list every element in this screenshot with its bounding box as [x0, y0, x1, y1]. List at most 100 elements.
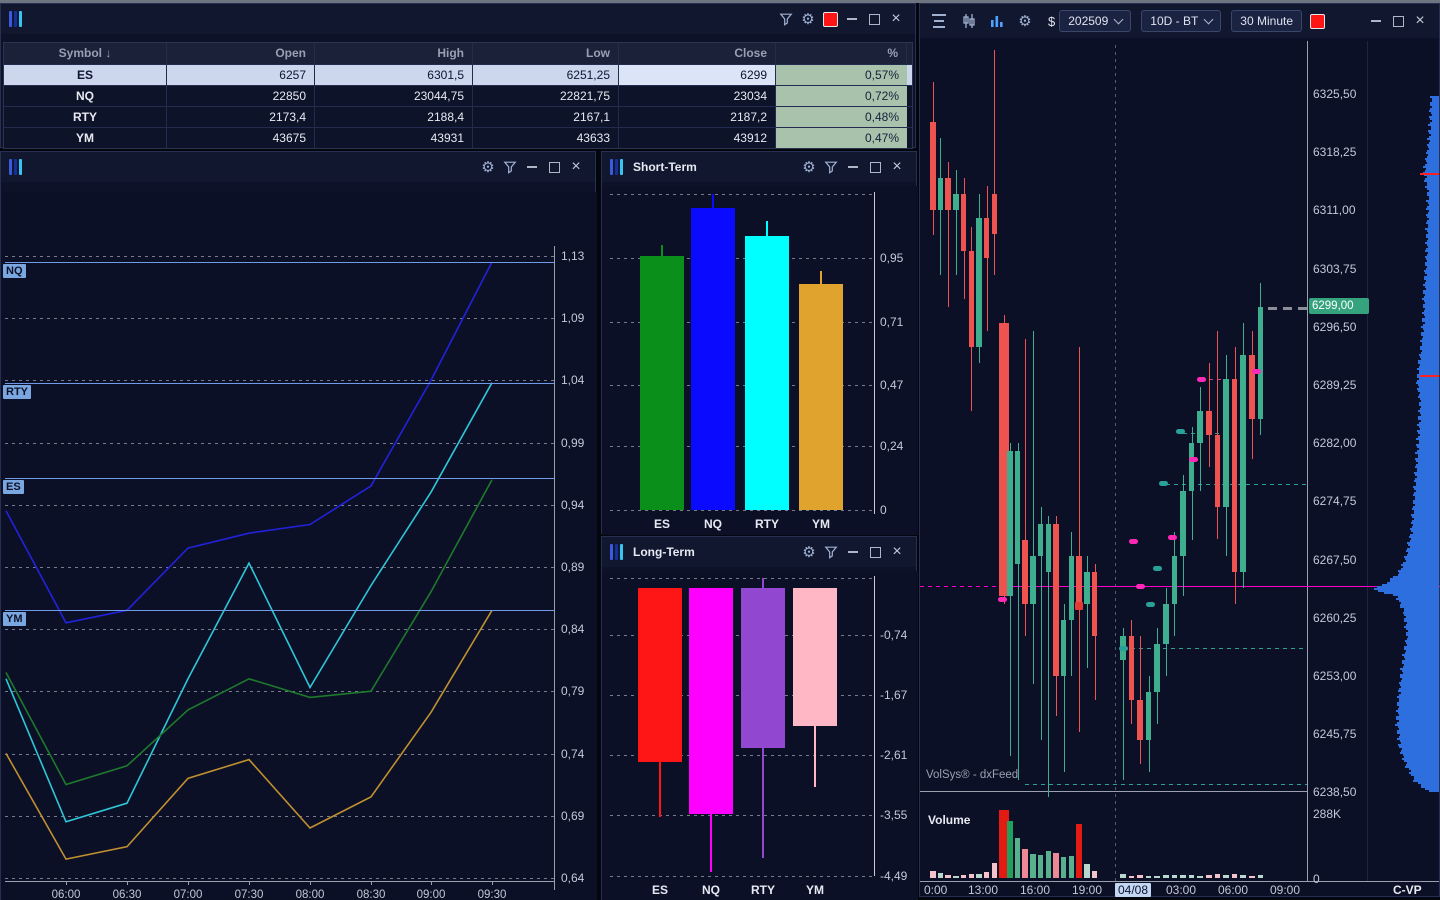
close-button[interactable]: ×	[885, 8, 907, 30]
filter-icon[interactable]	[820, 541, 842, 563]
y-axis-label: 0,47	[880, 378, 903, 392]
line-series-svg	[1, 192, 597, 900]
time-axis-label[interactable]: 03:00	[1166, 883, 1196, 897]
interval-dropdown[interactable]: 30 Minute	[1231, 10, 1302, 32]
series-tag-NQ[interactable]: NQ	[3, 264, 26, 278]
candle-window-header[interactable]: ⚙ $ 202509 10D - BT 30 Minute ×	[920, 4, 1439, 38]
column-header-close[interactable]: Close	[619, 43, 776, 64]
time-axis-label[interactable]: 04/08	[1115, 883, 1151, 897]
volume-bar	[1232, 874, 1238, 878]
series-tag-RTY[interactable]: RTY	[3, 385, 31, 399]
time-axis-border[interactable]	[920, 881, 1439, 882]
range-dropdown[interactable]: 10D - BT	[1141, 10, 1221, 32]
y-axis-line[interactable]	[874, 192, 875, 514]
volume-bar	[1154, 876, 1160, 878]
volume-bar	[1180, 875, 1186, 878]
price-axis-label[interactable]: 6260,25	[1313, 611, 1356, 625]
candle-body	[1015, 451, 1021, 563]
price-axis-label[interactable]: 6238,50	[1313, 785, 1356, 799]
short-term-chart-plot[interactable]: 0,950,710,470,240ESNQRTYYM	[602, 186, 918, 535]
series-tag-ES[interactable]: ES	[3, 480, 24, 494]
minimize-button[interactable]	[841, 8, 863, 30]
y-axis-label: -1,67	[880, 688, 907, 702]
close-button[interactable]: ×	[886, 156, 908, 178]
time-axis-label[interactable]: 19:00	[1072, 883, 1102, 897]
y-axis-label: 0	[880, 503, 887, 517]
price-axis-label[interactable]: 6318,25	[1313, 145, 1356, 159]
column-header-low[interactable]: Low	[473, 43, 619, 64]
maximize-button[interactable]	[864, 156, 886, 178]
maximize-button[interactable]	[543, 156, 565, 178]
candle-chart-plot[interactable]: 6325,50 6318,25 6311,00 6303,75 6296,50 6289,…	[920, 38, 1439, 896]
minimize-button[interactable]	[842, 541, 864, 563]
price-axis-label[interactable]: 6253,00	[1313, 669, 1356, 683]
candle-body	[1038, 524, 1044, 556]
price-axis-line[interactable]	[1307, 41, 1308, 882]
lines-chart-plot[interactable]: 1,131,091,040,990,940,890,840,790,740,69…	[1, 192, 597, 900]
y-axis-line[interactable]	[874, 576, 875, 876]
settings-gear-icon[interactable]: ⚙	[798, 541, 820, 563]
time-axis-label[interactable]: 16:00	[1020, 883, 1050, 897]
lines-window-header[interactable]: ⚙ ×	[1, 152, 595, 182]
long-term-chart-plot[interactable]: -0,74-1,67-2,61-3,55-4,49ESNQRTYYM	[602, 571, 918, 900]
contract-dropdown[interactable]: 202509	[1059, 10, 1131, 32]
table-row[interactable]: ES62576301,56251,2562990,57%	[4, 65, 912, 86]
column-header-high[interactable]: High	[315, 43, 473, 64]
bar-label-RTY: RTY	[751, 883, 775, 897]
price-axis-label[interactable]: 6282,00	[1313, 436, 1356, 450]
time-axis-label[interactable]: 06:00	[1218, 883, 1248, 897]
time-axis-label[interactable]: 13:00	[968, 883, 998, 897]
price-axis-label[interactable]: 6274,75	[1313, 494, 1356, 508]
column-header-open[interactable]: Open	[167, 43, 315, 64]
time-axis-label[interactable]: 0:00	[924, 883, 947, 897]
minimize-button[interactable]	[842, 156, 864, 178]
time-axis-label[interactable]: 09:00	[1270, 883, 1300, 897]
price-axis-label[interactable]: 6303,75	[1313, 262, 1356, 276]
settings-gear-icon[interactable]: ⚙	[1014, 10, 1036, 32]
candle-wick	[987, 186, 988, 331]
close-button[interactable]: ×	[565, 156, 587, 178]
price-axis-label[interactable]: 6289,25	[1313, 378, 1356, 392]
record-indicator-button[interactable]	[819, 8, 841, 30]
quotes-table[interactable]: Symbol ↓OpenHighLowClose%ES62576301,5625…	[3, 42, 913, 149]
column-header-symbol[interactable]: Symbol ↓	[4, 43, 167, 64]
price-axis-label[interactable]: 6325,50	[1313, 87, 1356, 101]
column-header-pct[interactable]: %	[776, 43, 907, 64]
minimize-button[interactable]	[1365, 10, 1387, 32]
price-axis-label[interactable]: 6296,50	[1313, 320, 1356, 334]
candlestick-type-icon[interactable]	[958, 10, 980, 32]
table-row[interactable]: YM436754393143633439120,47%	[4, 128, 912, 148]
table-row[interactable]: NQ2285023044,7522821,75230340,72%	[4, 86, 912, 107]
imbalance-marker-magenta	[1197, 377, 1206, 382]
cvp-red-level	[1420, 173, 1439, 175]
series-line-NQ	[6, 262, 492, 623]
record-indicator-button[interactable]	[1306, 10, 1328, 32]
short-term-window-header[interactable]: Short-Term ⚙ ×	[602, 152, 916, 182]
bar-NQ	[691, 208, 735, 510]
bar-chart-type-icon[interactable]	[986, 10, 1008, 32]
close-button[interactable]: ×	[886, 541, 908, 563]
settings-gear-icon[interactable]: ⚙	[477, 156, 499, 178]
filter-icon[interactable]	[499, 156, 521, 178]
bar-YM	[799, 284, 843, 510]
settings-gear-icon[interactable]: ⚙	[798, 156, 820, 178]
long-term-window-header[interactable]: Long-Term ⚙ ×	[602, 537, 916, 567]
maximize-button[interactable]	[864, 541, 886, 563]
filter-icon[interactable]	[820, 156, 842, 178]
price-axis-label[interactable]: 6245,75	[1313, 727, 1356, 741]
price-axis-label[interactable]: 6267,50	[1313, 553, 1356, 567]
cell-low: 43633	[473, 128, 619, 148]
table-row[interactable]: RTY2173,42188,42167,12187,20,48%	[4, 107, 912, 128]
price-axis-label[interactable]: 6311,00	[1313, 203, 1356, 217]
maximize-button[interactable]	[863, 8, 885, 30]
candle-body	[1053, 524, 1059, 677]
minimize-button[interactable]	[521, 156, 543, 178]
quotes-window-header[interactable]: ⚙ ×	[1, 4, 915, 34]
maximize-button[interactable]	[1387, 10, 1409, 32]
filter-icon[interactable]	[775, 8, 797, 30]
series-tag-YM[interactable]: YM	[3, 612, 26, 626]
bar-NQ	[689, 588, 733, 814]
close-button[interactable]: ×	[1409, 10, 1431, 32]
settings-gear-icon[interactable]: ⚙	[797, 8, 819, 30]
menu-icon[interactable]	[928, 10, 950, 32]
